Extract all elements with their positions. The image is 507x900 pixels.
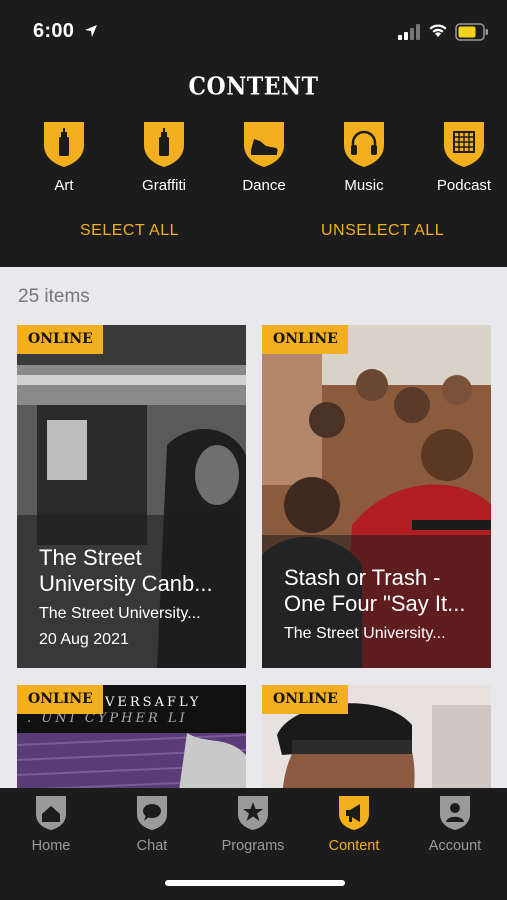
spray-can-icon: [144, 122, 184, 167]
bottom-tab-bar: Home Chat Programs Content Account: [0, 788, 507, 900]
category-label: Art: [54, 177, 74, 194]
sneaker-icon: [244, 122, 284, 167]
selection-actions: SELECT ALL UNSELECT ALL: [0, 222, 507, 246]
online-badge: ONLINE: [17, 685, 103, 714]
tab-home[interactable]: Home: [1, 794, 101, 854]
tab-chat[interactable]: Chat: [102, 794, 202, 854]
category-label: Graffiti: [142, 177, 186, 194]
online-badge: ONLINE: [17, 325, 103, 354]
category-filter-row: Art Graffiti Dance Music Podcast: [0, 119, 507, 199]
category-graffiti[interactable]: Graffiti: [114, 119, 214, 194]
person-shield-icon: [440, 796, 470, 830]
grid-icon: [444, 122, 484, 167]
card-title: The Street University Canb...: [39, 545, 213, 596]
tab-content[interactable]: Content: [304, 794, 404, 854]
category-dance[interactable]: Dance: [214, 119, 314, 194]
tab-label: Chat: [136, 838, 168, 854]
items-count: 25 items: [18, 286, 90, 307]
select-all-button[interactable]: SELECT ALL: [80, 222, 179, 240]
home-indicator[interactable]: [165, 880, 345, 886]
unselect-all-button[interactable]: UNSELECT ALL: [321, 222, 444, 240]
content-card[interactable]: ONLINE: [262, 685, 491, 788]
cellular-signal-icon: [398, 24, 420, 40]
content-card[interactable]: VERSAFLY . UNI CYPHER LI ONLINE: [17, 685, 246, 788]
category-music[interactable]: Music: [314, 119, 414, 194]
card-date: 20 Aug 2021: [39, 631, 129, 648]
status-time: 6:00: [33, 20, 75, 42]
content-card[interactable]: ONLINE The Street University Canb... The…: [17, 325, 246, 668]
category-label: Music: [344, 177, 384, 194]
tab-programs[interactable]: Programs: [203, 794, 303, 854]
battery-icon: [455, 23, 488, 41]
card-title: Stash or Trash - One Four "Say It...: [284, 565, 466, 616]
online-badge: ONLINE: [262, 685, 348, 714]
page-title: CONTENT: [188, 72, 319, 102]
chat-shield-icon: [137, 796, 167, 830]
content-list[interactable]: 25 items ONLINE The Street University Ca…: [0, 267, 507, 788]
card-info: Stash or Trash - One Four "Say It... The…: [262, 535, 491, 668]
megaphone-shield-icon: [339, 796, 369, 830]
card-banner-text: VERSAFLY: [105, 695, 202, 710]
headphones-icon: [344, 122, 384, 167]
star-shield-icon: [238, 796, 268, 830]
tab-label: Home: [31, 838, 71, 854]
category-art[interactable]: Art: [14, 119, 114, 194]
category-podcast[interactable]: Podcast: [414, 119, 507, 194]
content-header: CONTENT Art Graffiti Dance Music Podcast…: [0, 62, 507, 267]
home-shield-icon: [36, 796, 66, 830]
spray-can-icon: [44, 122, 84, 167]
content-card[interactable]: ONLINE Stash or Trash - One Four "Say It…: [262, 325, 491, 668]
tab-label: Account: [428, 838, 482, 854]
category-label: Dance: [242, 177, 286, 194]
category-label: Podcast: [436, 177, 492, 194]
location-arrow-icon: [85, 25, 97, 37]
tab-account[interactable]: Account: [405, 794, 505, 854]
card-info: The Street University Canb... The Street…: [17, 515, 246, 668]
wifi-icon: [429, 24, 447, 37]
online-badge: ONLINE: [262, 325, 348, 354]
status-bar: 6:00: [0, 0, 507, 62]
tab-label: Programs: [221, 838, 285, 854]
tab-label: Content: [328, 838, 380, 854]
card-subtitle: The Street University...: [39, 605, 201, 622]
card-subtitle: The Street University...: [284, 625, 446, 642]
